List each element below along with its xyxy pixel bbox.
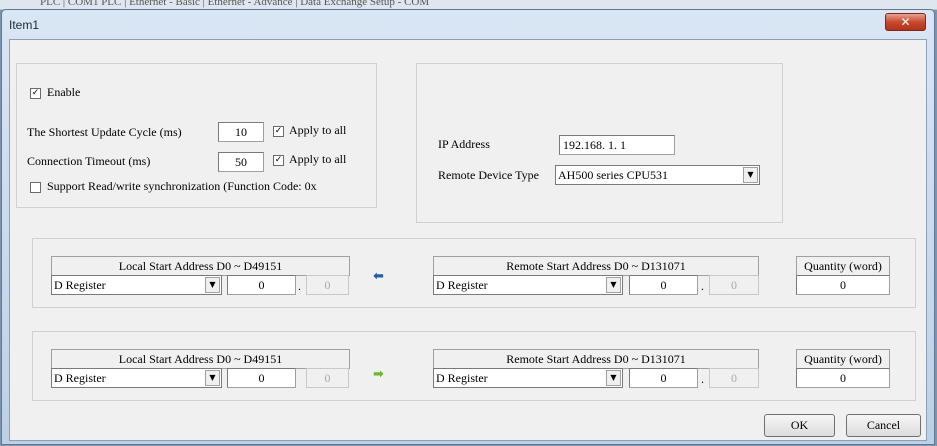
remote-address-input[interactable]: 0 [629,275,698,295]
chevron-down-icon[interactable]: ▼ [205,370,220,386]
timeout-input[interactable]: 50 [218,152,264,172]
local-address-header: Local Start Address D0 ~ D49151 [51,256,350,276]
local-address-input[interactable]: 0 [227,368,296,388]
device-type-select[interactable]: AH500 series CPU531 ▼ [555,165,760,185]
quantity-header: Quantity (word) [796,349,890,369]
remote-bit-input[interactable]: 0 [709,368,759,388]
ip-address-input[interactable]: 192.168. 1. 1 [559,135,675,155]
local-register-select[interactable]: D Register ▼ [51,368,222,388]
item1-dialog: Item1 ✕ ✓ Enable The Shortest Update Cyc… [1,9,935,445]
separator-dot: . [701,372,704,386]
ok-button[interactable]: OK [764,414,835,437]
enable-label: Enable [47,85,81,99]
chevron-down-icon[interactable]: ▼ [743,167,758,183]
remote-register-select[interactable]: D Register ▼ [433,368,623,388]
local-address-header: Local Start Address D0 ~ D49151 [51,349,350,369]
local-register-select[interactable]: D Register ▼ [51,275,222,295]
enable-checkbox[interactable]: ✓ [30,88,41,99]
separator-dot: . [701,279,704,293]
timeout-apply-label: Apply to all [289,152,347,166]
chevron-down-icon[interactable]: ▼ [606,370,621,386]
remote-address-header: Remote Start Address D0 ~ D131071 [433,349,759,369]
timeout-label: Connection Timeout (ms) [27,154,151,168]
remote-bit-input[interactable]: 0 [709,275,759,295]
device-type-value: AH500 series CPU531 [558,168,668,182]
chevron-down-icon[interactable]: ▼ [205,277,220,293]
timeout-apply-checkbox[interactable]: ✓ [273,155,284,166]
update-cycle-input[interactable]: 10 [218,122,264,142]
local-register-value: D Register [54,371,106,385]
local-register-value: D Register [54,278,106,292]
update-cycle-label: The Shortest Update Cycle (ms) [27,125,182,139]
separator-dot: . [298,279,301,293]
background-tabs-text: PLC | COM1 PLC | Ethernet - Basic | Ethe… [40,0,430,8]
update-cycle-apply-label: Apply to all [289,123,347,137]
remote-address-input[interactable]: 0 [629,368,698,388]
device-type-label: Remote Device Type [438,168,539,182]
close-button[interactable]: ✕ [885,13,926,31]
ip-address-label: IP Address [438,137,490,151]
mapping-row-1: Local Start Address D0 ~ D49151 D Regist… [32,238,916,308]
mapping-row-2: Local Start Address D0 ~ D49151 D Regist… [32,331,916,401]
settings-group: ✓ Enable The Shortest Update Cycle (ms) … [16,63,377,208]
sync-checkbox[interactable] [30,182,41,193]
local-bit-input[interactable]: 0 [306,368,349,388]
local-bit-input[interactable]: 0 [306,275,349,295]
cancel-button[interactable]: Cancel [846,414,921,437]
quantity-header: Quantity (word) [796,256,890,276]
remote-register-value: D Register [436,278,488,292]
local-address-input[interactable]: 0 [227,275,296,295]
remote-register-value: D Register [436,371,488,385]
left-arrow-icon: ⬅ [373,269,384,284]
quantity-input[interactable]: 0 [796,368,890,388]
right-arrow-icon: ➡ [373,367,384,382]
quantity-input[interactable]: 0 [796,275,890,295]
dialog-client-area: ✓ Enable The Shortest Update Cycle (ms) … [9,39,927,441]
remote-device-group: IP Address 192.168. 1. 1 Remote Device T… [416,63,783,223]
update-cycle-apply-checkbox[interactable]: ✓ [273,126,284,137]
remote-register-select[interactable]: D Register ▼ [433,275,623,295]
chevron-down-icon[interactable]: ▼ [606,277,621,293]
dialog-title: Item1 [9,18,40,32]
sync-label: Support Read/write synchronization (Func… [47,179,317,193]
remote-address-header: Remote Start Address D0 ~ D131071 [433,256,759,276]
